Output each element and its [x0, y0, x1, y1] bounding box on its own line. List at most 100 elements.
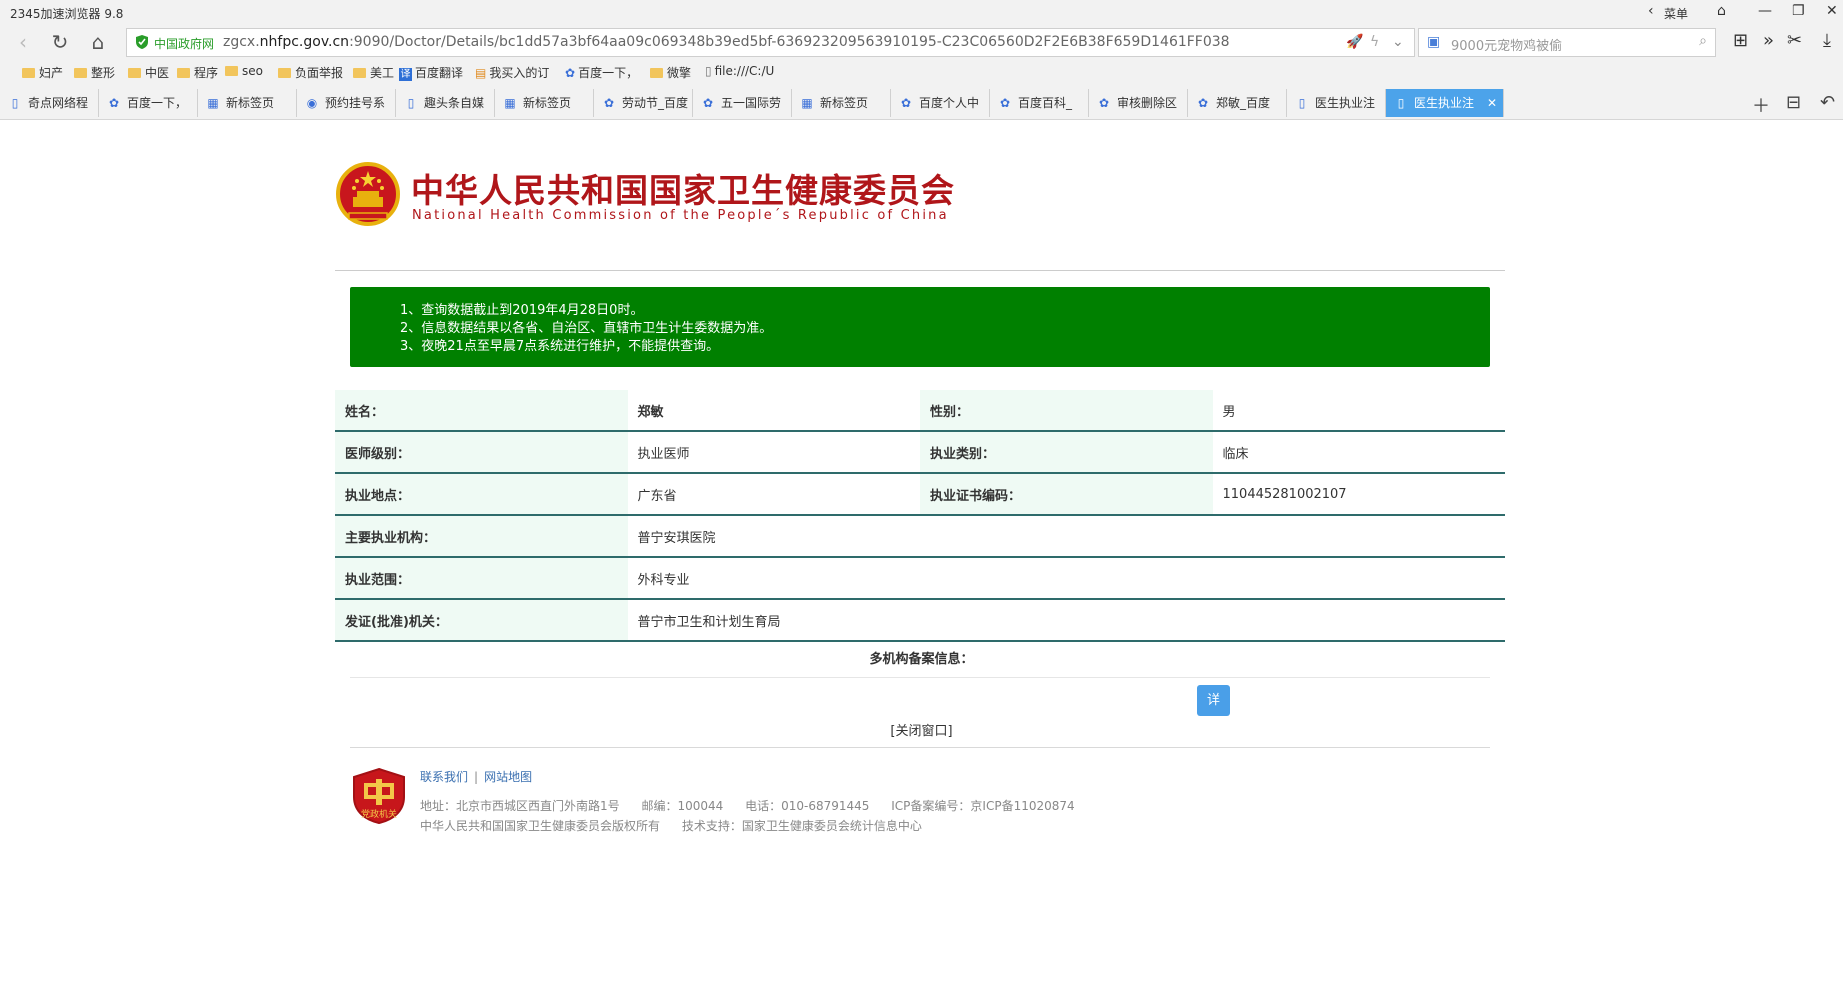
lightning-icon[interactable]: ϟ	[1370, 34, 1379, 50]
contact-link[interactable]: 联系我们	[420, 770, 468, 784]
address-text: 地址：北京市西城区西直门外南路1号	[420, 799, 620, 813]
tab-label: 新标签页	[226, 96, 275, 110]
address-bar[interactable]: 中国政府网 zgcx.nhfpc.gov.cn:9090/Doctor/Deta…	[126, 28, 1415, 57]
table-row: 发证(批准)机关： 普宁市卫生和计划生育局	[335, 599, 1505, 642]
bookmarks-bar: 妇产 整形 中医 程序 seo 负面举报 美工译百度翻译 ▤ 我买入的订 ✿ 百度一下， 微擎 ▯ fil…	[0, 60, 1843, 84]
close-tab-icon[interactable]: ✕	[1487, 89, 1497, 117]
tab-manager-icon[interactable]: ⊟	[1786, 92, 1801, 113]
scissors-icon[interactable]: ✂	[1787, 30, 1802, 51]
browser-tab[interactable]: ✿ 百度一下，	[99, 89, 198, 117]
new-tab-icon[interactable]: ＋	[1752, 92, 1770, 118]
translate-icon: 译	[399, 68, 412, 81]
bookmark-item[interactable]: 微擎	[650, 64, 691, 81]
globe-icon: ◉	[306, 96, 318, 110]
table-row: 医师级别： 执业医师 执业类别： 临床	[335, 431, 1505, 474]
browser-tab[interactable]: ▦ 新标签页	[792, 89, 891, 117]
browser-tab[interactable]: ▯ 医生执业注 ✕	[1386, 89, 1504, 117]
notice-line-2: 2、信息数据结果以各省、自治区、直辖市卫生计生委数据为准。	[400, 321, 773, 336]
minimize-icon[interactable]: —	[1758, 3, 1772, 19]
browser-tab[interactable]: ✿ 郑敏_百度	[1188, 89, 1287, 117]
browser-chrome: 2345加速浏览器 9.8 ‹ 菜单 ⌂ — ❐ ✕ ‹ ↻ ⌂ 中国政府网 z…	[0, 0, 1843, 120]
table-row: 主要执业机构： 普宁安琪医院	[335, 515, 1505, 558]
doctor-info-table: 姓名： 郑敏 性别： 男 医师级别： 执业医师 执业类别： 临床 执业地点： 广…	[335, 390, 1505, 642]
bookmark-item[interactable]: 美工	[353, 64, 394, 81]
paw-icon: ✿	[999, 96, 1011, 110]
file-icon: ▯	[705, 64, 712, 78]
copyright-text: 中华人民共和国国家卫生健康委员会版权所有	[420, 819, 661, 833]
search-box[interactable]: ▣ 9000元宠物鸡被偷 ⌕	[1418, 28, 1716, 57]
download-icon[interactable]: ⤓	[1823, 30, 1831, 51]
bookmark-item[interactable]: seo	[225, 64, 263, 78]
issuer-label: 发证(批准)机关：	[335, 599, 628, 642]
restore-icon[interactable]: ❐	[1792, 3, 1805, 19]
tab-label: 新标签页	[820, 96, 869, 110]
notice-line-3: 3、夜晚21点至早晨7点系统进行维护，不能提供查询。	[400, 339, 720, 354]
back-icon[interactable]: ‹	[10, 30, 36, 54]
tab-label: 百度百科_	[1018, 96, 1073, 110]
bookmark-item[interactable]: 译百度翻译	[399, 64, 463, 81]
browser-tab[interactable]: ◉ 预约挂号系	[297, 89, 396, 117]
close-window-label[interactable]: [关闭窗口]	[890, 724, 952, 739]
browser-tab[interactable]: ▯ 趣头条自媒	[396, 89, 495, 117]
chevron-left-icon[interactable]: ‹	[1648, 3, 1654, 19]
bookmark-item[interactable]: 妇产	[22, 64, 63, 81]
bookmark-item[interactable]: 程序	[177, 64, 218, 81]
paw-icon: ✿	[702, 96, 714, 110]
detail-button[interactable]: 详	[1197, 685, 1230, 716]
browser-tab[interactable]: ▯ 奇点网络程	[0, 89, 99, 117]
bookmark-item[interactable]: 中医	[128, 64, 169, 81]
rocket-icon[interactable]: 🚀	[1346, 34, 1363, 50]
org-label: 主要执业机构：	[335, 515, 628, 558]
browser-tab[interactable]: ✿ 审核删除区	[1089, 89, 1188, 117]
bookmark-item[interactable]: 负面举报	[278, 64, 343, 81]
postcode-text: 邮编：100044	[641, 799, 724, 813]
browser-tab[interactable]: ▦ 新标签页	[495, 89, 594, 117]
bookmark-item[interactable]: ▤ 我买入的订	[475, 64, 549, 81]
page-icon: ▯	[407, 96, 415, 110]
folder-icon	[278, 68, 291, 78]
bookmark-label: 微擎	[667, 66, 692, 80]
search-input[interactable]: 9000元宠物鸡被偷	[1451, 35, 1562, 54]
bookmark-label: 我买入的订	[489, 66, 550, 80]
browser-tab[interactable]: ▯ 医生执业注	[1287, 89, 1386, 117]
issuer-value: 普宁市卫生和计划生育局	[627, 599, 1505, 642]
page-icon: ▯	[11, 96, 19, 110]
paw-icon: ✿	[1197, 96, 1209, 110]
multi-org-title: 多机构备案信息：	[869, 652, 974, 667]
sitemap-link[interactable]: 网站地图	[484, 770, 532, 784]
tab-label: 预约挂号系	[325, 96, 386, 110]
chevron-down-icon[interactable]: ⌄	[1392, 34, 1404, 50]
tab-label: 奇点网络程	[28, 96, 89, 110]
search-icon[interactable]: ⌕	[1699, 33, 1707, 49]
home-icon[interactable]: ⌂	[85, 30, 111, 54]
table-row: 执业地点： 广东省 执业证书编码： 110445281002107	[335, 473, 1505, 516]
grid-icon: ▦	[801, 96, 813, 110]
gender-label: 性别：	[920, 390, 1213, 432]
bookmark-item[interactable]: 整形	[74, 64, 115, 81]
refresh-icon[interactable]: ↻	[47, 30, 73, 54]
skin-icon[interactable]: ⌂	[1717, 3, 1726, 19]
notice-box: 1、查询数据截止到2019年4月28日0时。 2、信息数据结果以各省、自治区、直…	[350, 287, 1490, 367]
bookmark-label: 负面举报	[295, 66, 344, 80]
browser-tab[interactable]: ✿ 百度个人中	[891, 89, 990, 117]
notice-line-1: 1、查询数据截止到2019年4月28日0时。	[400, 303, 644, 318]
more-tools-icon[interactable]: »	[1763, 30, 1774, 51]
browser-tab[interactable]: ✿ 五一国际劳	[693, 89, 792, 117]
tab-label: 劳动节_百度	[622, 96, 689, 110]
party-government-badge-icon: 党政机关	[353, 767, 405, 825]
browser-tab[interactable]: ▦ 新标签页	[198, 89, 297, 117]
close-icon[interactable]: ✕	[1826, 3, 1838, 19]
tab-label: 审核删除区	[1117, 96, 1178, 110]
footer-copyright-line: 中华人民共和国国家卫生健康委员会版权所有 技术支持：国家卫生健康委员会统计信息中…	[420, 817, 940, 834]
menu-button[interactable]: 菜单	[1664, 5, 1688, 22]
apps-icon[interactable]: ⊞	[1733, 30, 1748, 51]
tab-label: 郑敏_百度	[1216, 96, 1271, 110]
bookmark-item[interactable]: ▯ file:///C:/U	[705, 64, 774, 78]
folder-icon	[650, 68, 663, 78]
browser-tab[interactable]: ✿ 百度百科_	[990, 89, 1089, 117]
bookmark-label: 程序	[194, 66, 219, 80]
browser-tab[interactable]: ✿ 劳动节_百度	[594, 89, 693, 117]
site-title-cn: 中华人民共和国国家卫生健康委员会	[411, 171, 955, 210]
bookmark-item[interactable]: ✿ 百度一下，	[565, 64, 638, 81]
undo-close-icon[interactable]: ↶	[1820, 92, 1835, 113]
